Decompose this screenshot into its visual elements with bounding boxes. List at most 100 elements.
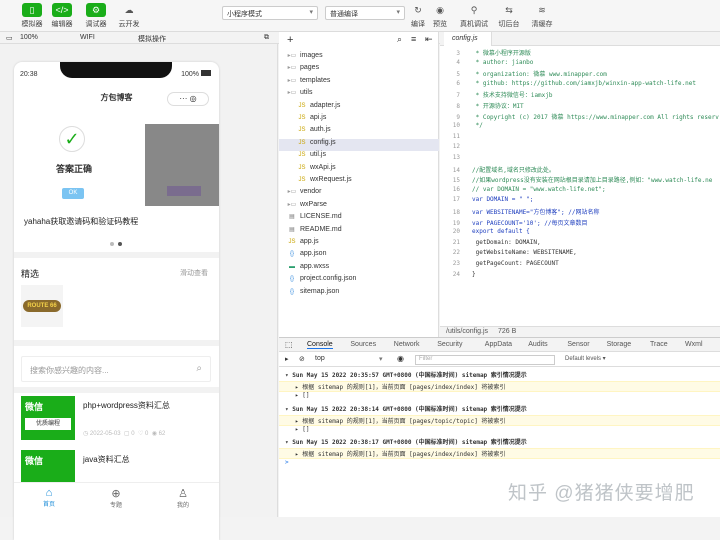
search-box[interactable]: 搜索你感兴趣的内容... ⌕ xyxy=(21,356,211,382)
tab-security[interactable]: Security xyxy=(437,341,462,348)
file-item[interactable]: ▸▭ images xyxy=(279,52,439,64)
zoom-select[interactable]: 100% xyxy=(20,34,38,41)
switch-icon: ⇆ xyxy=(505,4,513,15)
log-header[interactable]: ▾ Sun May 15 2022 20:38:17 GMT+0800 (中国标… xyxy=(279,437,720,448)
sidebar-toggle-icon[interactable]: ▸ xyxy=(285,355,289,363)
code-line: 15//如果wordpress没有安装在网站根目录请加上目录路径,例如："www… xyxy=(452,177,713,185)
chevron-down-icon[interactable]: ▾ xyxy=(379,355,383,363)
real-debug-button[interactable]: ⚲ 真机调试 xyxy=(456,3,492,29)
code-line: 14//配置域名,域名只修改此处。 xyxy=(452,166,555,174)
log-entry[interactable]: ▸ [] xyxy=(279,426,720,437)
tab-me[interactable]: ♙ 我的 xyxy=(172,487,194,509)
file-item[interactable]: {} project.config.json xyxy=(279,275,439,287)
tab-topic[interactable]: ⊕ 专题 xyxy=(105,487,127,509)
backend-button[interactable]: ⇆ 切后台 xyxy=(491,3,527,29)
inspect-icon[interactable]: ⬚ xyxy=(285,340,293,349)
device-icon[interactable]: ▭ xyxy=(6,34,13,42)
status-battery: 100% xyxy=(181,71,199,78)
search-input[interactable]: 搜索你感兴趣的内容... xyxy=(30,365,109,376)
menu-icon[interactable]: ≡ xyxy=(411,34,416,44)
battery-icon xyxy=(201,70,211,76)
file-item[interactable]: JS wxRequest.js xyxy=(279,176,439,188)
preview-button[interactable]: ◉ 预览 xyxy=(422,3,458,29)
code-icon: </> xyxy=(52,3,72,17)
post-subtag: 优质编程 xyxy=(25,418,71,430)
tab-home[interactable]: ⌂ 首页 xyxy=(38,487,60,508)
code-line: 24} xyxy=(452,270,476,278)
log-warning[interactable]: ▸ 根据 sitemap 的规则[1]，当前页面 [pages/index/in… xyxy=(279,448,720,459)
log-entry[interactable]: > xyxy=(279,459,720,470)
editor-button[interactable]: </> 编辑器 xyxy=(44,3,80,29)
file-item[interactable]: JS adapter.js xyxy=(279,102,439,114)
code-line: 10 */ xyxy=(452,122,483,130)
log-warning[interactable]: ▸ 根据 sitemap 的规则[1]，当前页面 [pages/topic/to… xyxy=(279,414,720,426)
code-line: 4 * author: jianbo xyxy=(456,58,534,66)
clear-cache-button[interactable]: ≋ 清缓存 xyxy=(524,3,560,29)
file-item[interactable]: ▸▭ wxParse xyxy=(279,201,439,213)
network-select[interactable]: WIFI xyxy=(80,34,95,41)
log-entry[interactable]: ▸ [] xyxy=(279,392,720,403)
swiper-dot xyxy=(110,242,114,246)
file-name: templates xyxy=(300,76,331,84)
eye-icon[interactable]: ◉ xyxy=(397,354,404,363)
section-more[interactable]: 滑动查看 xyxy=(180,268,208,278)
file-name: config.js xyxy=(310,138,336,146)
file-item[interactable]: JS api.js xyxy=(279,114,439,126)
eye-icon: ◉ xyxy=(436,4,444,15)
file-item[interactable]: ▬ app.wxss xyxy=(279,263,439,275)
context-select[interactable]: top xyxy=(315,355,325,362)
file-item[interactable]: ▸▭ utils xyxy=(279,89,439,101)
file-item[interactable]: JS app.js xyxy=(279,238,439,250)
log-header[interactable]: ▾ Sun May 15 2022 20:38:14 GMT+0800 (中国标… xyxy=(279,404,720,415)
file-icon: {} xyxy=(289,288,294,295)
search-icon[interactable]: ⌕ xyxy=(397,34,402,45)
tab-console[interactable]: Console xyxy=(307,341,333,349)
file-item[interactable]: {} sitemap.json xyxy=(279,288,439,300)
file-item[interactable]: JS auth.js xyxy=(279,126,439,138)
tab-network[interactable]: Network xyxy=(394,341,420,348)
tab-storage[interactable]: Storage xyxy=(607,341,632,348)
capsule-menu[interactable]: ··· ◎ xyxy=(167,92,209,106)
file-item[interactable]: JS wxApi.js xyxy=(279,164,439,176)
modal-text: 答案正确 xyxy=(56,164,93,174)
tab-sources[interactable]: Sources xyxy=(350,341,376,348)
folder-icon: ▸▭ xyxy=(287,201,297,208)
file-item[interactable]: {} app.json xyxy=(279,250,439,262)
file-item[interactable]: ▸▭ pages xyxy=(279,64,439,76)
file-item[interactable]: ▤ README.md xyxy=(279,226,439,238)
folder-icon: ▸▭ xyxy=(287,53,297,59)
cloud-icon: ☁ xyxy=(124,4,134,15)
featured-card[interactable]: ROUTE 66 xyxy=(21,285,63,327)
file-item[interactable]: ▤ LICENSE.md xyxy=(279,213,439,225)
tab-wxml[interactable]: Wxml xyxy=(685,341,703,348)
tab-appdata[interactable]: AppData xyxy=(485,341,512,348)
filter-input[interactable]: Filter xyxy=(415,355,555,365)
ops-select[interactable]: 模拟操作 xyxy=(138,34,166,44)
cloud-button[interactable]: ☁ 云开发 xyxy=(111,3,147,29)
collapse-icon[interactable]: ⇤ xyxy=(425,34,433,45)
file-item[interactable]: JS config.js xyxy=(279,138,439,151)
tab-trace[interactable]: Trace xyxy=(650,341,668,348)
file-item[interactable]: ▸▭ templates xyxy=(279,77,439,89)
log-warning[interactable]: ▸ 根据 sitemap 的规则[1]，当前页面 [pages/index/in… xyxy=(279,381,720,392)
levels-select[interactable]: Default levels ▾ xyxy=(565,355,606,362)
tab-sensor[interactable]: Sensor xyxy=(567,341,589,348)
file-item[interactable]: JS util.js xyxy=(279,151,439,163)
detach-icon[interactable]: ⧉ xyxy=(264,34,269,42)
ok-button[interactable]: OK xyxy=(62,188,84,199)
list-item[interactable]: 微信 优质编程 php+wordpress资料汇总 ◷ 2022-05-03 ▢… xyxy=(21,394,219,442)
search-icon[interactable]: ⌕ xyxy=(196,363,202,374)
debugger-button[interactable]: ⚙ 调试器 xyxy=(78,3,114,29)
tab-audits[interactable]: Audits xyxy=(528,341,547,348)
banner-swiper[interactable]: ✓ 答案正确 OK yahaha获取邀请码和验证码教程 xyxy=(14,114,219,236)
log-header[interactable]: ▾ Sun May 15 2022 20:35:57 GMT+0800 (中国标… xyxy=(279,370,720,381)
compile-select[interactable]: 普通编译 ▾ xyxy=(325,6,405,20)
file-item[interactable]: ▸▭ vendor xyxy=(279,188,439,200)
file-name: images xyxy=(300,52,323,59)
tab-config-js[interactable]: config.js xyxy=(444,32,492,46)
add-icon[interactable]: + xyxy=(287,34,293,46)
clear-icon[interactable]: ⊘ xyxy=(299,355,305,363)
mode-select[interactable]: 小程序模式 ▾ xyxy=(222,6,318,20)
divider xyxy=(14,252,219,258)
editor-tabbar: config.js xyxy=(440,32,720,46)
